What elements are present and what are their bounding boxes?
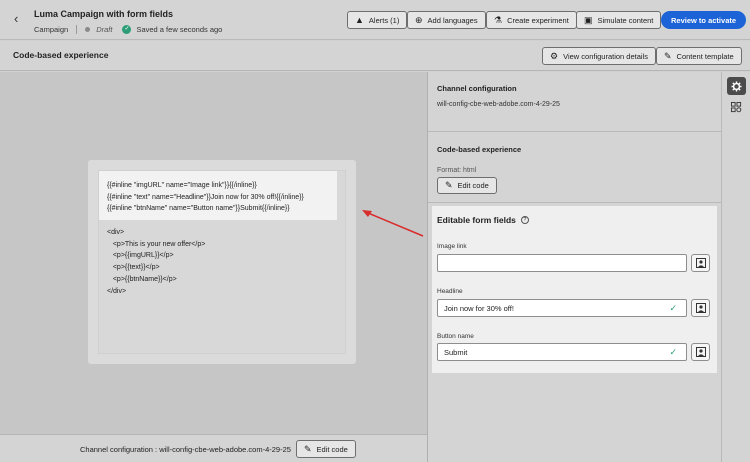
- add-languages-label: Add languages: [427, 15, 478, 25]
- app-header: ‹ Luma Campaign with form fields Campaig…: [0, 0, 750, 40]
- form-title-text: Editable form fields: [437, 215, 516, 225]
- content-template-button[interactable]: ✎ Content template: [656, 47, 742, 65]
- meta-divider: [76, 25, 78, 34]
- cbe-section-title: Code-based experience: [437, 145, 522, 154]
- status-label: Draft: [96, 25, 113, 34]
- image-link-field[interactable]: [437, 254, 687, 272]
- content-template-label: Content template: [676, 51, 734, 61]
- review-to-activate-button[interactable]: Review to activate: [661, 11, 747, 29]
- code-line: </div>: [107, 287, 127, 295]
- code-preview-frame: {{#inline "imgURL" name="Image link"}}{{…: [98, 170, 346, 354]
- alerts-label: Alerts (1): [368, 15, 400, 25]
- view-configuration-details-button[interactable]: ⚙ View configuration details: [542, 47, 656, 65]
- editor-title: Code-based experience: [13, 50, 109, 60]
- button-name-label: Button name: [437, 333, 474, 340]
- headline-field[interactable]: Join now for 30% off! ✓: [437, 299, 687, 317]
- channel-configuration-label: Channel configuration : will-config-cbe-…: [80, 445, 291, 454]
- annotation-arrow-icon: [362, 210, 424, 237]
- campaign-type: Campaign: [34, 25, 69, 34]
- warning-icon: ▲: [355, 15, 364, 25]
- channel-configuration-section: Channel configuration will-config-cbe-we…: [428, 72, 721, 132]
- button-name-field[interactable]: Submit ✓: [437, 343, 687, 361]
- headline-label: Headline: [437, 288, 463, 295]
- user-settings-icon: ⚙: [550, 50, 559, 61]
- footer-edit-code-button[interactable]: ✎ Edit code: [296, 440, 356, 458]
- campaign-meta: Campaign Draft ✓ Saved a few seconds ago: [34, 25, 222, 34]
- help-icon[interactable]: ?: [520, 216, 529, 224]
- back-arrow-icon[interactable]: ‹: [14, 11, 18, 26]
- code-line: <div>: [107, 229, 125, 236]
- inline-line: {{#inline "btnName" name="Button name"}}…: [107, 205, 290, 212]
- personalize-icon: [695, 347, 706, 357]
- editable-form-fields-card: Editable form fields ? Image link Headli…: [432, 206, 717, 373]
- simulate-content-button[interactable]: ▣ Simulate content: [576, 11, 662, 29]
- code-line: <p>This is your new offer</p>: [107, 240, 206, 248]
- components-icon: [731, 101, 742, 112]
- campaign-title: Luma Campaign with form fields: [34, 9, 174, 19]
- format-label: Format: html: [437, 167, 477, 174]
- settings-rail-button[interactable]: [727, 77, 746, 95]
- globe-icon: ⊕: [415, 14, 423, 25]
- channel-configuration-title: Channel configuration: [437, 84, 517, 93]
- flask-icon: ⚗: [494, 14, 503, 25]
- image-link-label: Image link: [437, 243, 467, 250]
- add-languages-button[interactable]: ⊕ Add languages: [407, 11, 486, 29]
- gear-icon: [731, 80, 742, 92]
- html-code-block: <div> <p>This is your new offer</p> <p>{…: [107, 227, 205, 297]
- view-config-label: View configuration details: [563, 51, 648, 61]
- code-line: <p>{{text}}</p>: [107, 264, 160, 272]
- code-line: <p>{{btnName}}</p>: [107, 275, 177, 283]
- editor-toolbar: Code-based experience ⚙ View configurati…: [0, 41, 750, 71]
- preview-icon: ▣: [584, 14, 593, 25]
- panel-edit-code-label: Edit code: [457, 181, 489, 190]
- code-preview-card: {{#inline "imgURL" name="Image link"}}{{…: [88, 160, 356, 364]
- inline-line: {{#inline "imgURL" name="Image link"}}{{…: [107, 182, 257, 189]
- components-rail-button[interactable]: [727, 98, 746, 116]
- footer-edit-code-label: Edit code: [316, 444, 348, 454]
- code-based-experience-section: Code-based experience Format: html ✎ Edi…: [428, 133, 721, 203]
- template-icon: ✎: [664, 50, 672, 61]
- valid-check-icon: ✓: [669, 346, 677, 357]
- headline-personalize-button[interactable]: [691, 299, 710, 317]
- personalize-icon: [695, 258, 706, 268]
- draft-status-dot: [85, 27, 91, 32]
- inline-line: {{#inline "text" name="Headline"}}Join n…: [107, 193, 304, 201]
- right-rail: [721, 72, 750, 462]
- simulate-content-label: Simulate content: [597, 15, 654, 25]
- alerts-button[interactable]: ▲ Alerts (1): [347, 11, 408, 29]
- create-experiment-button[interactable]: ⚗ Create experiment: [486, 11, 577, 29]
- editable-form-fields-title: Editable form fields ?: [437, 215, 529, 225]
- headline-value: Join now for 30% off!: [444, 303, 514, 313]
- code-line: <p>{{imgURL}}</p>: [107, 252, 174, 260]
- button-name-value: Submit: [444, 347, 468, 357]
- personalize-icon: [695, 303, 706, 313]
- saved-check-icon: ✓: [122, 25, 132, 34]
- panel-edit-code-button[interactable]: ✎ Edit code: [437, 177, 497, 194]
- preview-canvas: {{#inline "imgURL" name="Image link"}}{{…: [0, 72, 427, 434]
- canvas-footer: Channel configuration : will-config-cbe-…: [0, 434, 427, 462]
- valid-check-icon: ✓: [669, 302, 677, 313]
- pencil-icon: ✎: [445, 180, 453, 190]
- saved-status: Saved a few seconds ago: [136, 25, 223, 34]
- inline-definitions-block: {{#inline "imgURL" name="Image link"}}{{…: [99, 171, 337, 220]
- image-link-personalize-button[interactable]: [691, 254, 710, 272]
- pencil-icon: ✎: [304, 443, 312, 454]
- properties-panel: Channel configuration will-config-cbe-we…: [428, 72, 721, 462]
- channel-configuration-value: will-config-cbe-web-adobe.com-4-29-25: [437, 101, 560, 108]
- create-experiment-label: Create experiment: [507, 15, 569, 25]
- button-name-personalize-button[interactable]: [691, 343, 710, 361]
